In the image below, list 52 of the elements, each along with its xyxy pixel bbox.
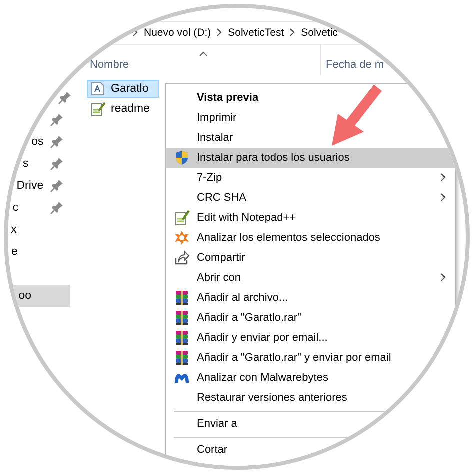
stacked-books-icon (174, 350, 190, 366)
splat-icon (174, 230, 190, 246)
pin-icon (50, 201, 64, 215)
pin-icon (50, 157, 64, 171)
menu-item[interactable]: Compartir (166, 248, 252, 268)
notepad-icon (174, 210, 190, 226)
share-icon (174, 250, 190, 266)
breadcrumb-item[interactable]: Nuevo vol (D:) (144, 27, 212, 39)
stacked-books-icon (174, 330, 190, 346)
file-row[interactable]: Garatlo (87, 80, 159, 98)
nav-item[interactable]: os (8, 131, 70, 153)
nav-item[interactable]: e (8, 241, 70, 263)
file-row[interactable]: readme (87, 100, 159, 118)
nav-item[interactable]: x (8, 219, 70, 241)
menu-item[interactable]: Imprimir (166, 108, 243, 128)
breadcrumb-item[interactable]: Solvetic (301, 27, 338, 39)
menu-item[interactable]: Edit with Notepad++ (166, 208, 302, 228)
menu-item[interactable]: Restaurar versiones anteriores (166, 388, 354, 408)
menu-item[interactable]: Enviar a (166, 414, 244, 434)
stacked-books-icon (174, 290, 190, 306)
pin-icon (50, 135, 64, 149)
pin-icon (50, 113, 64, 127)
font-file-icon (91, 82, 105, 96)
menu-item[interactable]: Instalar (166, 128, 240, 148)
pointer-arrow-drawing (332, 84, 382, 146)
menu-item[interactable]: Añadir al archivo... (166, 288, 294, 308)
menu-item[interactable]: Vista previa (166, 88, 265, 108)
file-name: Garatlo (111, 83, 149, 95)
nav-item[interactable]: c (8, 197, 70, 219)
pin-icon (50, 179, 64, 193)
menu-item[interactable]: Añadir a "Garatlo.rar" (166, 308, 308, 328)
nav-item[interactable]: Drive (8, 175, 70, 197)
file-name: readme (111, 103, 150, 115)
nav-item[interactable]: s (8, 153, 70, 175)
column-header[interactable]: Fecha de m (321, 57, 388, 73)
notepad-file-icon (91, 102, 105, 116)
menu-item[interactable]: Analizar con Malwarebytes (166, 368, 334, 388)
chevron-icon (216, 28, 224, 38)
menu-item[interactable]: CRC SHA (166, 188, 455, 208)
menu-item[interactable]: 7-Zip (166, 168, 455, 188)
chevron-icon (289, 28, 296, 38)
stacked-books-icon (174, 310, 190, 326)
column-header[interactable]: Nombre (87, 57, 132, 73)
menu-item[interactable]: Analizar los elementos seleccionados (166, 228, 386, 248)
menu-item[interactable]: Instalar para todos los usuarios (166, 148, 455, 168)
menu-item[interactable]: Añadir a "Garatlo.rar" y enviar por email (166, 348, 398, 368)
menu-item[interactable]: Añadir y enviar por email... (166, 328, 334, 348)
menu-item[interactable]: Cortar (166, 440, 234, 460)
breadcrumb-item[interactable]: SolveticTest (228, 27, 284, 39)
menu-item[interactable]: Abrir con (166, 268, 455, 288)
shield-icon (174, 150, 190, 166)
pin-icon (58, 91, 72, 105)
